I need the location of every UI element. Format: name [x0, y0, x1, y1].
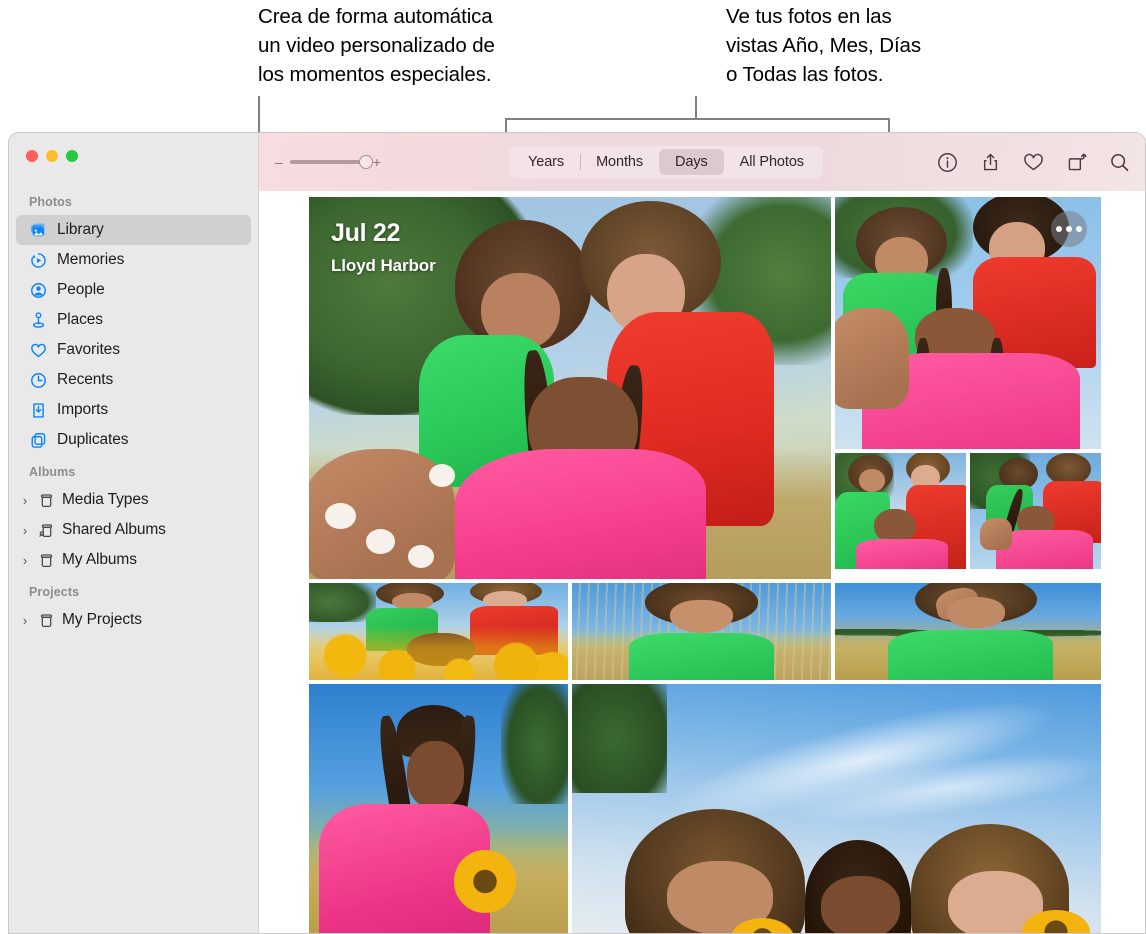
sidebar-item-label: People [57, 281, 105, 299]
tab-years[interactable]: Years [512, 149, 580, 175]
callout-bracket-left-tick [505, 118, 507, 133]
sidebar-item-media-types[interactable]: › Media Types [16, 485, 251, 515]
sidebar-item-label: Places [57, 311, 103, 329]
callout-leader-right-stem [695, 96, 697, 120]
people-icon [29, 281, 48, 300]
chevron-right-icon[interactable]: › [19, 494, 31, 507]
sidebar-item-label: My Albums [62, 551, 137, 569]
sidebar-item-my-projects[interactable]: › My Projects [16, 605, 251, 635]
tab-label: Years [528, 154, 564, 170]
photo-tile-8[interactable] [309, 684, 568, 933]
memories-icon [29, 251, 48, 270]
view-mode-segmented-control[interactable]: Years Months Days All Photos [509, 146, 823, 178]
zoom-slider-knob[interactable] [359, 155, 373, 169]
photo-grid-scroll-area[interactable]: Jul 22 Lloyd Harbor [259, 191, 1145, 933]
toolbar-actions [936, 151, 1131, 174]
photo-tile-2[interactable] [835, 197, 1101, 449]
places-icon [29, 311, 48, 330]
zoom-button[interactable] [66, 150, 78, 162]
rotate-icon[interactable] [1065, 151, 1088, 174]
sidebar-item-my-albums[interactable]: › My Albums [16, 545, 251, 575]
tab-months[interactable]: Months [580, 149, 659, 175]
sidebar-item-library[interactable]: Library [16, 215, 251, 245]
photo-tile-9[interactable] [572, 684, 1101, 933]
shared-album-icon [37, 521, 56, 540]
sidebar-item-favorites[interactable]: Favorites [16, 335, 251, 365]
callout-memories-description: Crea de forma automática un video person… [258, 2, 618, 89]
chevron-right-icon[interactable]: › [19, 524, 31, 537]
zoom-slider[interactable]: – + [275, 155, 381, 169]
chevron-right-icon[interactable]: › [19, 614, 31, 627]
search-icon[interactable] [1108, 151, 1131, 174]
sidebar: Photos Library [9, 133, 259, 933]
favorites-icon [29, 341, 48, 360]
tab-label: Months [596, 154, 643, 170]
share-icon[interactable] [979, 151, 1002, 174]
photo-tile-1[interactable]: Jul 22 Lloyd Harbor [309, 197, 831, 579]
callout-bracket-top [505, 118, 890, 120]
photo-thumbnail [835, 583, 1101, 680]
photo-thumbnail [309, 197, 831, 579]
info-icon[interactable] [936, 151, 959, 174]
sidebar-item-label: Memories [57, 251, 124, 269]
callout-view-tabs-description: Ve tus fotos en las vistas Año, Mes, Día… [726, 2, 1026, 89]
tab-days[interactable]: Days [659, 149, 724, 175]
sidebar-item-label: My Projects [62, 611, 142, 629]
sidebar-item-label: Favorites [57, 341, 120, 359]
callout-bracket-right-tick [888, 118, 890, 133]
album-icon [37, 551, 56, 570]
zoom-out-icon[interactable]: – [275, 155, 283, 169]
main-content: – + Years Months Days [259, 133, 1145, 933]
sidebar-item-places[interactable]: Places [16, 305, 251, 335]
photo-tile-6[interactable] [572, 583, 831, 680]
sidebar-item-memories[interactable]: Memories [16, 245, 251, 275]
sidebar-section-photos-header: Photos [9, 185, 258, 215]
zoom-slider-track[interactable] [290, 160, 366, 164]
minimize-button[interactable] [46, 150, 58, 162]
library-icon [29, 221, 48, 240]
toolbar: – + Years Months Days [259, 133, 1145, 191]
photo-tile-4[interactable] [970, 453, 1101, 569]
photo-tile-7[interactable] [835, 583, 1101, 680]
sidebar-item-label: Imports [57, 401, 108, 419]
sidebar-item-people[interactable]: People [16, 275, 251, 305]
photo-tile-5[interactable] [309, 583, 568, 680]
tab-label: All Photos [740, 154, 804, 170]
album-icon [37, 611, 56, 630]
close-button[interactable] [26, 150, 38, 162]
sidebar-section-projects-header: Projects [9, 575, 258, 605]
zoom-in-icon[interactable]: + [373, 155, 381, 169]
tab-label: Days [675, 154, 708, 170]
duplicates-icon [29, 431, 48, 450]
photo-thumbnail [309, 684, 568, 933]
sidebar-item-duplicates[interactable]: Duplicates [16, 425, 251, 455]
sidebar-item-label: Shared Albums [62, 521, 166, 539]
photo-thumbnail [572, 583, 831, 680]
more-options-button[interactable] [1051, 211, 1087, 247]
sidebar-item-label: Library [57, 221, 104, 239]
photo-thumbnail [572, 684, 1101, 933]
sidebar-item-recents[interactable]: Recents [16, 365, 251, 395]
recents-icon [29, 371, 48, 390]
chevron-right-icon[interactable]: › [19, 554, 31, 567]
photo-grid: Jul 22 Lloyd Harbor [309, 197, 1104, 933]
sidebar-item-label: Media Types [62, 491, 149, 509]
sidebar-section-albums-header: Albums [9, 455, 258, 485]
sidebar-item-shared-albums[interactable]: › Shared Albums [16, 515, 251, 545]
window-traffic-lights [9, 133, 258, 185]
screenshot-root: Crea de forma automática un video person… [0, 0, 1146, 934]
photo-thumbnail [835, 453, 966, 569]
album-icon [37, 491, 56, 510]
tab-all-photos[interactable]: All Photos [724, 149, 820, 175]
heart-icon[interactable] [1022, 151, 1045, 174]
photos-app-window: Photos Library [8, 132, 1146, 934]
sidebar-item-label: Duplicates [57, 431, 128, 449]
imports-icon [29, 401, 48, 420]
sidebar-item-label: Recents [57, 371, 113, 389]
photo-thumbnail [309, 583, 568, 680]
photo-tile-3[interactable] [835, 453, 966, 569]
sidebar-item-imports[interactable]: Imports [16, 395, 251, 425]
photo-thumbnail [970, 453, 1101, 569]
